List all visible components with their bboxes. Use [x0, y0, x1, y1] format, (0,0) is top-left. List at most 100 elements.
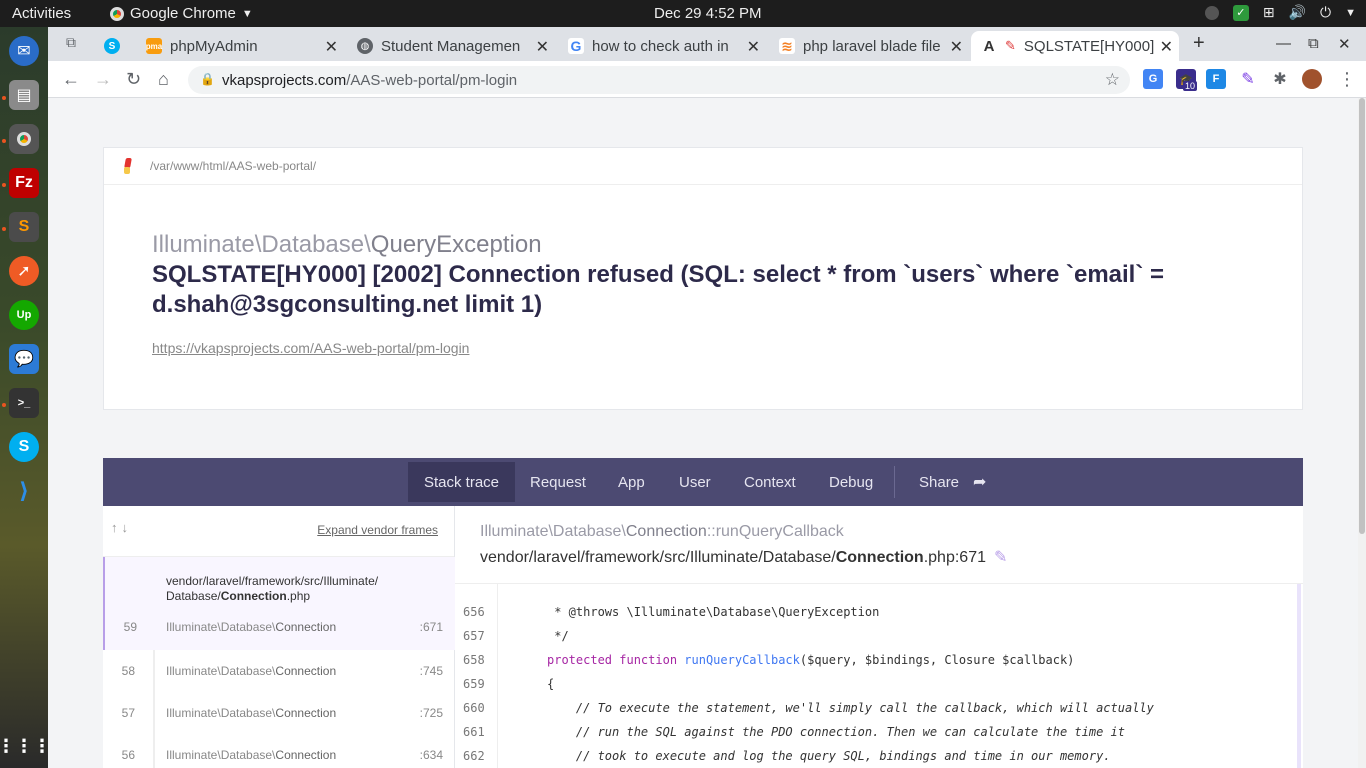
address-bar[interactable]: 🔒 vkapsprojects.com/AAS-web-portal/pm-lo…: [188, 66, 1130, 94]
line-number: 659: [463, 677, 485, 691]
tab-phpmyadmin[interactable]: pma phpMyAdmin ✕: [136, 31, 344, 61]
app-menu[interactable]: Google Chrome ▼: [110, 5, 253, 22]
tab-sqlstate-error[interactable]: A ✎ SQLSTATE[HY000] ✕: [971, 31, 1179, 61]
back-icon[interactable]: ←: [62, 69, 80, 90]
security-tray-icon[interactable]: ✓: [1232, 4, 1249, 21]
reload-icon[interactable]: ↻: [126, 69, 141, 90]
translate-extension-icon[interactable]: G: [1143, 69, 1163, 89]
line-number: 661: [463, 725, 485, 739]
line-number: 658: [463, 653, 485, 667]
chrome-dock-icon[interactable]: [9, 124, 39, 154]
frame-line: :634: [419, 748, 443, 762]
edit-pencil-icon[interactable]: ✎: [994, 549, 1007, 566]
sublime-text-icon[interactable]: S: [9, 212, 39, 242]
scrollbar-thumb[interactable]: [1359, 98, 1365, 534]
stack-frame-selected[interactable]: vendor/laravel/framework/src/Illuminate/…: [103, 557, 455, 650]
new-tab-icon[interactable]: +: [1193, 32, 1205, 55]
tab-title: php laravel blade file: [803, 37, 941, 55]
code-file-suffix: .php:671: [923, 549, 986, 566]
show-applications-icon[interactable]: ⋮⋮⋮: [0, 731, 51, 761]
running-indicator: [2, 139, 6, 143]
messaging-icon[interactable]: 💬: [9, 344, 39, 374]
tab-google-search[interactable]: G how to check auth in ✕: [558, 31, 766, 61]
error-favicon: ✎: [1005, 38, 1016, 53]
code-comment: // To execute the statement, we'll simpl…: [547, 701, 1154, 715]
minimize-icon[interactable]: —: [1276, 35, 1291, 52]
tab-skype[interactable]: S: [94, 31, 134, 61]
close-tab-icon[interactable]: ✕: [536, 37, 549, 57]
line-number: 660: [463, 701, 485, 715]
frame-namespace: Illuminate\Database\: [166, 620, 276, 634]
home-icon[interactable]: ⌂: [158, 69, 169, 90]
close-window-icon[interactable]: ✕: [1338, 35, 1351, 53]
code-scroll-indicator: [1297, 584, 1301, 768]
frame-namespace: Illuminate\Database\: [166, 748, 276, 762]
stack-frame[interactable]: 58 Illuminate\Database\Connection :745: [103, 650, 455, 692]
close-tab-icon[interactable]: ✕: [1160, 37, 1173, 57]
frame-namespace: Illuminate\Database\: [166, 664, 276, 678]
request-url-link[interactable]: https://vkapsprojects.com/AAS-web-portal…: [152, 340, 469, 356]
thunderbird-icon[interactable]: ✉: [9, 36, 39, 66]
phpmyadmin-favicon: pma: [146, 38, 162, 54]
stack-frame[interactable]: 57 Illuminate\Database\Connection :725: [103, 692, 455, 734]
frame-class: Illuminate\Database\Connection: [166, 706, 336, 720]
code-file-prefix: vendor/laravel/framework/src/Illuminate/…: [480, 549, 836, 566]
close-tab-icon[interactable]: ✕: [950, 37, 963, 57]
stack-frame[interactable]: 56 Illuminate\Database\Connection :634: [103, 734, 455, 768]
app-path-bar: /var/www/html/AAS-web-portal/: [104, 148, 1302, 185]
bookmark-star-icon[interactable]: ☆: [1105, 70, 1120, 90]
terminal-icon[interactable]: >_: [9, 388, 39, 418]
frame-navigation-arrows-icon[interactable]: ↑↓: [111, 520, 132, 535]
activities-button[interactable]: Activities: [12, 5, 71, 22]
code-body: 656 * @throws \Illuminate\Database\Query…: [455, 584, 1303, 768]
power-icon[interactable]: ⏻: [1320, 4, 1331, 21]
volume-icon[interactable]: 🔊: [1289, 4, 1306, 21]
close-tab-icon[interactable]: ✕: [747, 37, 760, 57]
upwork-icon[interactable]: Up: [9, 300, 39, 330]
tab-context[interactable]: Context: [728, 462, 812, 502]
vscode-icon[interactable]: ⟩: [9, 476, 39, 506]
tab-debug[interactable]: Debug: [813, 462, 889, 502]
tab-user[interactable]: User: [663, 462, 727, 502]
share-arrow-icon: ➦: [973, 474, 987, 491]
tab-request[interactable]: Request: [514, 462, 602, 502]
upwork-tray-icon[interactable]: [1204, 5, 1219, 20]
page-scrollbar[interactable]: [1358, 98, 1366, 768]
tab-student-management[interactable]: ◍ Student Managemen ✕: [347, 31, 555, 61]
running-indicator: [2, 227, 6, 231]
chrome-logo-icon: [17, 132, 31, 146]
code-class-name: Connection: [625, 523, 707, 540]
filezilla-icon[interactable]: Fz: [9, 168, 39, 198]
font-extension-icon[interactable]: F: [1206, 69, 1226, 89]
exception-header-card: /var/www/html/AAS-web-portal/ Illuminate…: [103, 147, 1303, 410]
tab-search-icon[interactable]: ⧉: [66, 34, 76, 51]
files-icon[interactable]: ▤: [9, 80, 39, 110]
postman-icon[interactable]: ➚: [9, 256, 39, 286]
clock[interactable]: Dec 29 4:52 PM: [654, 5, 762, 22]
profile-avatar[interactable]: [1302, 69, 1322, 89]
system-tray[interactable]: ✓ ⊞ 🔊 ⏻ ▼: [1204, 4, 1356, 21]
close-tab-icon[interactable]: ✕: [325, 37, 338, 57]
chevron-down-icon[interactable]: ▼: [1345, 7, 1356, 19]
chrome-menu-icon[interactable]: ⋮: [1338, 69, 1356, 90]
tab-app[interactable]: App: [602, 462, 661, 502]
network-icon[interactable]: ⊞: [1263, 4, 1275, 21]
tab-stack-trace[interactable]: Stack trace: [408, 462, 516, 502]
expand-vendor-frames-link[interactable]: Expand vendor frames: [317, 523, 438, 537]
code-line: 656 * @throws \Illuminate\Database\Query…: [455, 600, 1295, 624]
share-button[interactable]: Share ➦: [903, 462, 1002, 502]
code-file-path: vendor/laravel/framework/src/Illuminate/…: [480, 547, 1007, 567]
skype-icon[interactable]: S: [9, 432, 39, 462]
exception-namespace: Illuminate\Database\: [152, 231, 371, 258]
frame-class: Illuminate\Database\Connection: [166, 748, 336, 762]
feather-extension-icon[interactable]: ✎: [1238, 69, 1258, 89]
code-line: 661 // run the SQL against the PDO conne…: [455, 720, 1295, 744]
tab-stackoverflow[interactable]: ≋ php laravel blade file ✕: [769, 31, 969, 61]
restore-icon[interactable]: ⧉: [1308, 35, 1319, 52]
forward-icon[interactable]: →: [94, 69, 112, 90]
app-path: /var/www/html/AAS-web-portal/: [150, 159, 317, 173]
lock-icon[interactable]: 🔒: [200, 72, 215, 86]
code-text: */: [547, 629, 569, 643]
extensions-puzzle-icon[interactable]: ✱: [1270, 69, 1290, 89]
frame-number: 58: [121, 664, 135, 678]
